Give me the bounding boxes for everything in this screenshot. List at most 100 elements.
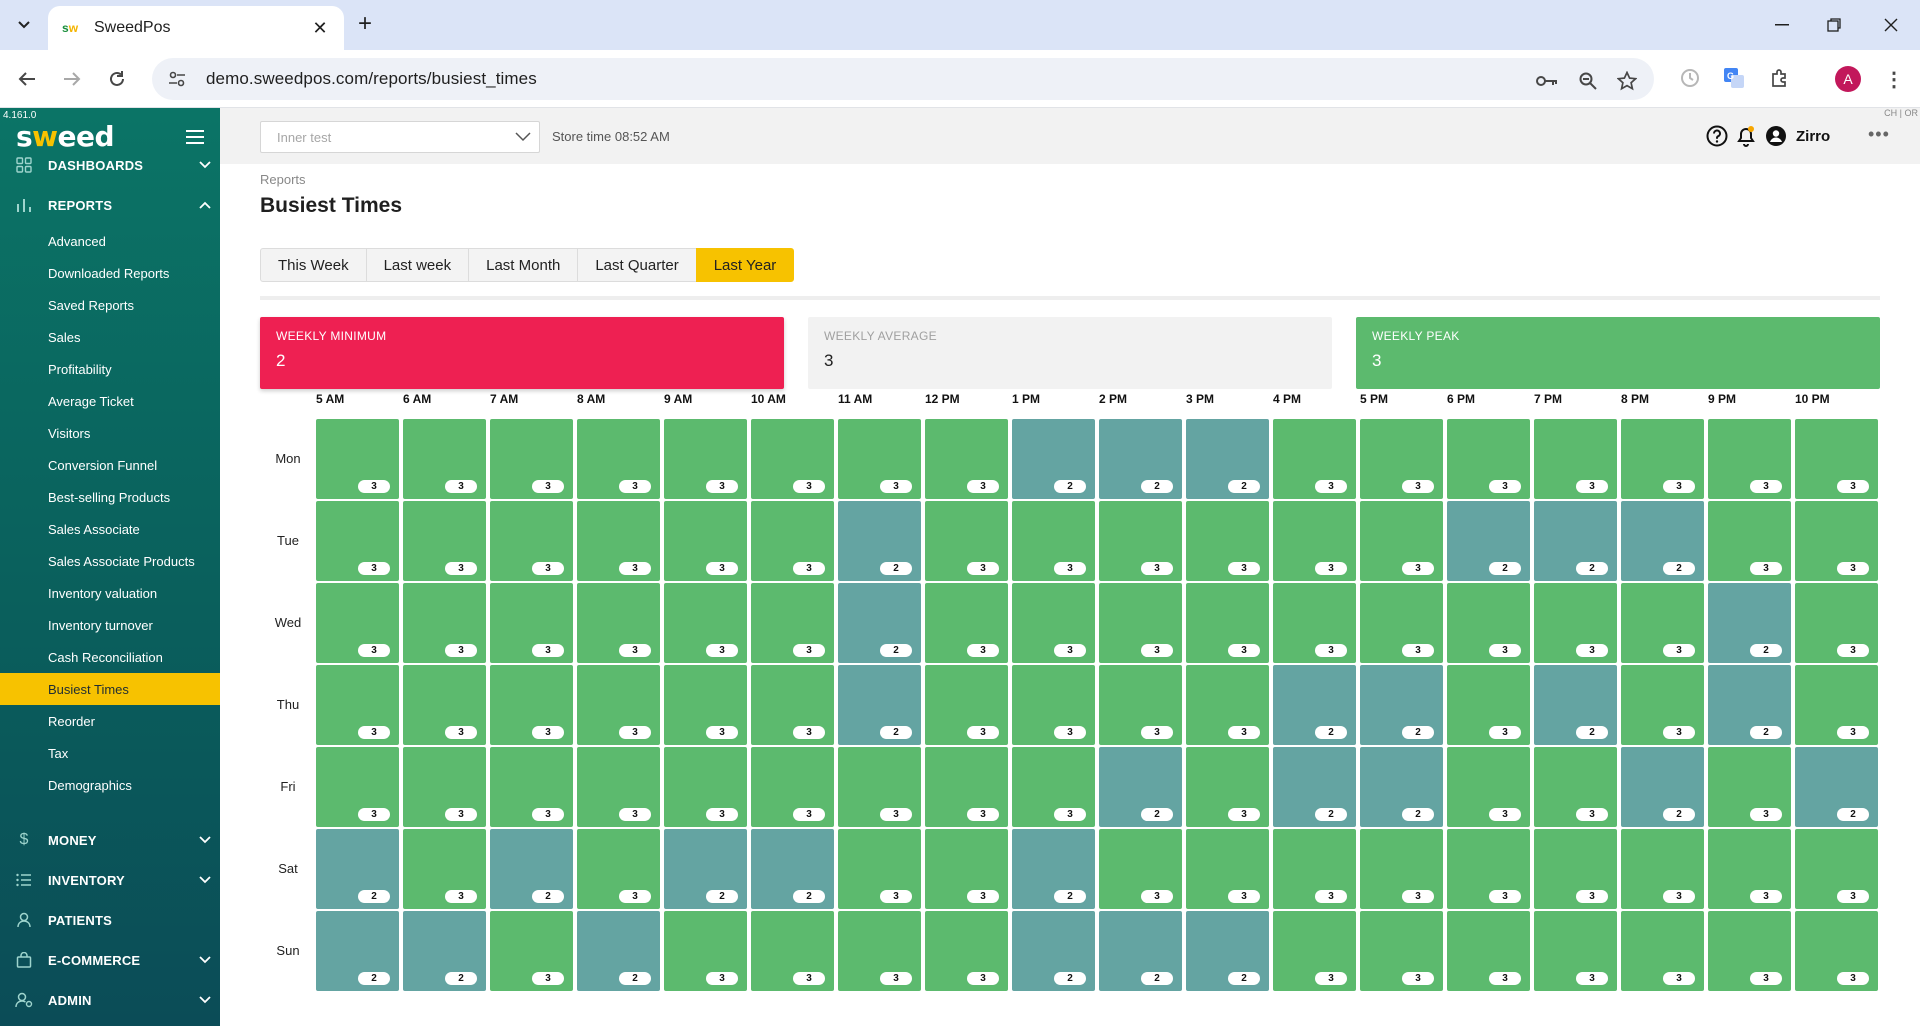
heatmap-cell[interactable]: 3 <box>1099 665 1182 745</box>
heatmap-cell[interactable]: 2 <box>316 911 399 991</box>
heatmap-cell[interactable]: 3 <box>1099 501 1182 581</box>
bookmark-star-icon[interactable] <box>1614 68 1640 94</box>
heatmap-cell[interactable]: 3 <box>1534 911 1617 991</box>
heatmap-cell[interactable]: 3 <box>1273 501 1356 581</box>
heatmap-cell[interactable]: 3 <box>1621 419 1704 499</box>
heatmap-cell[interactable]: 2 <box>664 829 747 909</box>
heatmap-cell[interactable]: 3 <box>490 911 573 991</box>
heatmap-cell[interactable]: 3 <box>1795 583 1878 663</box>
heatmap-cell[interactable]: 3 <box>1708 829 1791 909</box>
sidebar-item-conversion-funnel[interactable]: Conversion Funnel <box>0 449 220 481</box>
heatmap-cell[interactable]: 3 <box>1273 583 1356 663</box>
breadcrumb[interactable]: Reports <box>260 172 306 187</box>
heatmap-cell[interactable]: 2 <box>838 583 921 663</box>
heatmap-cell[interactable]: 3 <box>577 583 660 663</box>
sidebar-item-demographics[interactable]: Demographics <box>0 769 220 801</box>
password-key-icon[interactable] <box>1534 68 1560 94</box>
hamburger-menu-icon[interactable] <box>186 130 204 144</box>
sidebar-item-average-ticket[interactable]: Average Ticket <box>0 385 220 417</box>
store-select[interactable]: Inner test <box>260 121 540 153</box>
heatmap-cell[interactable]: 3 <box>925 665 1008 745</box>
heatmap-cell[interactable]: 3 <box>751 501 834 581</box>
heatmap-cell[interactable]: 3 <box>1795 911 1878 991</box>
sidebar-item-inventory-valuation[interactable]: Inventory valuation <box>0 577 220 609</box>
bell-icon[interactable] <box>1735 125 1757 147</box>
heatmap-cell[interactable]: 2 <box>838 501 921 581</box>
heatmap-cell[interactable]: 3 <box>1447 583 1530 663</box>
heatmap-cell[interactable]: 3 <box>1621 911 1704 991</box>
heatmap-cell[interactable]: 2 <box>1099 419 1182 499</box>
heatmap-cell[interactable]: 3 <box>490 747 573 827</box>
new-tab-button[interactable]: + <box>352 12 378 38</box>
sidebar-item-busiest-times[interactable]: Busiest Times <box>0 673 220 705</box>
heatmap-cell[interactable]: 3 <box>664 911 747 991</box>
heatmap-cell[interactable]: 3 <box>1447 829 1530 909</box>
reload-icon[interactable] <box>102 64 132 94</box>
sidebar-item-reorder[interactable]: Reorder <box>0 705 220 737</box>
sidebar-item-best-selling-products[interactable]: Best-selling Products <box>0 481 220 513</box>
heatmap-cell[interactable]: 3 <box>1360 583 1443 663</box>
heatmap-cell[interactable]: 3 <box>1795 419 1878 499</box>
user-avatar-icon[interactable] <box>1765 125 1787 147</box>
heatmap-cell[interactable]: 3 <box>1708 419 1791 499</box>
heatmap-cell[interactable]: 3 <box>577 747 660 827</box>
heatmap-cell[interactable]: 3 <box>1012 583 1095 663</box>
heatmap-cell[interactable]: 2 <box>1708 665 1791 745</box>
heatmap-cell[interactable]: 3 <box>1708 501 1791 581</box>
heatmap-cell[interactable]: 2 <box>490 829 573 909</box>
heatmap-cell[interactable]: 2 <box>577 911 660 991</box>
sidebar-section-money[interactable]: $ MONEY <box>0 820 220 860</box>
heatmap-cell[interactable]: 3 <box>1186 501 1269 581</box>
sidebar-item-cash-reconciliation[interactable]: Cash Reconciliation <box>0 641 220 673</box>
heatmap-cell[interactable]: 3 <box>751 911 834 991</box>
address-bar[interactable]: demo.sweedpos.com/reports/busiest_times <box>152 58 1654 100</box>
heatmap-cell[interactable]: 3 <box>925 911 1008 991</box>
heatmap-cell[interactable]: 2 <box>1360 747 1443 827</box>
sidebar-item-sales[interactable]: Sales <box>0 321 220 353</box>
heatmap-cell[interactable]: 3 <box>1012 747 1095 827</box>
heatmap-cell[interactable]: 3 <box>403 419 486 499</box>
heatmap-cell[interactable]: 3 <box>316 583 399 663</box>
sidebar-item-advanced[interactable]: Advanced <box>0 225 220 257</box>
heatmap-cell[interactable]: 2 <box>1447 501 1530 581</box>
heatmap-cell[interactable]: 3 <box>838 911 921 991</box>
heatmap-cell[interactable]: 2 <box>1795 747 1878 827</box>
help-icon[interactable] <box>1706 125 1728 147</box>
heatmap-cell[interactable]: 2 <box>1012 419 1095 499</box>
period-last-month-button[interactable]: Last Month <box>468 248 579 282</box>
heatmap-cell[interactable]: 3 <box>838 747 921 827</box>
heatmap-cell[interactable]: 2 <box>1273 665 1356 745</box>
heatmap-cell[interactable]: 3 <box>1534 419 1617 499</box>
sidebar-item-tax[interactable]: Tax <box>0 737 220 769</box>
heatmap-cell[interactable]: 3 <box>925 829 1008 909</box>
heatmap-cell[interactable]: 3 <box>316 747 399 827</box>
heatmap-cell[interactable]: 3 <box>751 583 834 663</box>
period-this-week-button[interactable]: This Week <box>260 248 367 282</box>
heatmap-cell[interactable]: 3 <box>751 747 834 827</box>
heatmap-cell[interactable]: 3 <box>925 419 1008 499</box>
heatmap-cell[interactable]: 3 <box>925 501 1008 581</box>
back-arrow-icon[interactable] <box>12 64 42 94</box>
heatmap-cell[interactable]: 3 <box>925 583 1008 663</box>
heatmap-cell[interactable]: 3 <box>490 583 573 663</box>
heatmap-cell[interactable]: 2 <box>1012 911 1095 991</box>
heatmap-cell[interactable]: 3 <box>577 665 660 745</box>
heatmap-cell[interactable]: 3 <box>1099 829 1182 909</box>
heatmap-cell[interactable]: 2 <box>1186 911 1269 991</box>
heatmap-cell[interactable]: 3 <box>1186 583 1269 663</box>
heatmap-cell[interactable]: 3 <box>577 829 660 909</box>
heatmap-cell[interactable]: 3 <box>403 501 486 581</box>
heatmap-cell[interactable]: 3 <box>1534 829 1617 909</box>
user-name[interactable]: Zirro <box>1796 128 1830 145</box>
restore-icon[interactable] <box>1821 12 1847 38</box>
sidebar-section-ecommerce[interactable]: E-COMMERCE <box>0 940 220 980</box>
heatmap-cell[interactable]: 3 <box>1447 665 1530 745</box>
heatmap-cell[interactable]: 2 <box>1099 747 1182 827</box>
sidebar-item-visitors[interactable]: Visitors <box>0 417 220 449</box>
heatmap-cell[interactable]: 3 <box>1795 829 1878 909</box>
heatmap-cell[interactable]: 3 <box>925 747 1008 827</box>
tab-search-button[interactable] <box>8 10 40 40</box>
period-last-week-button[interactable]: Last week <box>365 248 470 282</box>
heatmap-cell[interactable]: 3 <box>1360 419 1443 499</box>
heatmap-cell[interactable]: 2 <box>1273 747 1356 827</box>
